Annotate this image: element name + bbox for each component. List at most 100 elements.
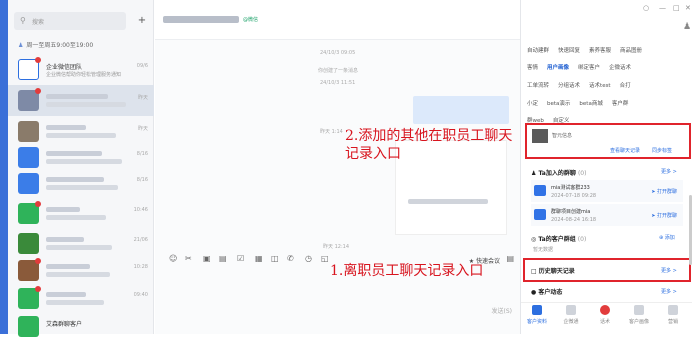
highlight-box (523, 258, 691, 282)
wechat-tag: @微信 (243, 17, 259, 23)
empty-state: 暂无数据 (533, 247, 554, 253)
tab[interactable]: 分组话术 (558, 83, 580, 89)
user-add-icon[interactable]: ♟ (683, 22, 691, 32)
conversation-name (46, 176, 104, 183)
conversation-item[interactable]: 昨天 (8, 85, 154, 116)
conversation-time: 昨天 (137, 126, 148, 132)
phone-icon[interactable]: ✆ (287, 254, 294, 263)
conversation-preview (46, 133, 116, 139)
groups-section-title: ♟ Ta加入的群聊 (0) (531, 170, 587, 177)
customer-dynamics-title: ● 客户动态 (531, 289, 563, 296)
conversation-name (46, 236, 84, 243)
group-item[interactable]: 群聊项目创建mia 2024-08-24 16:18 ➤ 打开群聊 (531, 204, 683, 226)
nav-customer-portrait[interactable]: 客户画像 (625, 305, 653, 325)
annotation-other-employee: 2.添加的其他在职员工聊天记录入口 (345, 128, 513, 162)
maximize-icon[interactable]: □ (673, 4, 680, 12)
wecom-icon (566, 305, 576, 315)
dynamics-more-link[interactable]: 更多 > (661, 288, 677, 295)
chat-title: @微信 (163, 15, 258, 23)
tab[interactable]: 快速回复 (558, 48, 580, 54)
conversation-item[interactable]: 艾森群聊客户 (8, 311, 154, 342)
timestamp: 24/10/3 11:51 (320, 80, 356, 86)
emoji-icon[interactable]: ☺ (169, 254, 177, 263)
groups-more-link[interactable]: 更多 > (661, 168, 677, 175)
conversation-item[interactable]: 10:46 (8, 198, 154, 229)
portrait-icon (634, 305, 644, 315)
conversation-name (46, 93, 108, 100)
folder-icon[interactable]: ◫ (271, 254, 279, 263)
timestamp: 昨天 1:14 (320, 129, 343, 135)
avatar (18, 173, 39, 194)
unread-badge (35, 88, 41, 94)
image-icon[interactable]: ▣ (203, 254, 211, 263)
group-chat-icon (534, 209, 546, 220)
clock-icon[interactable]: ◷ (305, 254, 312, 263)
add-button[interactable]: + (134, 12, 150, 30)
system-message: 你创建了一条消息 (318, 68, 359, 74)
minimize-icon[interactable]: — (659, 4, 666, 12)
search-placeholder: 搜索 (32, 19, 45, 26)
conversation-list: ⚲ 搜索 + ♟ 周一至周五9:00至19:00 企业微信团队 企业微信帮助你轻松… (8, 0, 154, 337)
group-date: 2024-08-24 16:18 (551, 217, 597, 223)
tab[interactable]: 素养客服 (589, 48, 611, 54)
conversation-item[interactable]: 8/16 (8, 168, 154, 199)
tabs-row: 小定 beta演示 beta商城 客户群 (527, 99, 637, 107)
nav-marketing[interactable]: 营销 (659, 305, 687, 325)
more-icon[interactable]: ◱ (321, 254, 329, 263)
annotation-resigned-employee: 1.离职员工聊天记录入口 (330, 263, 484, 279)
conversation-item[interactable]: 企业微信团队 企业微信帮助你轻松管理服务通知 09/6 (8, 54, 154, 85)
customer-panel: ○ — □ ✕ ♟ 自动建群 快速回复 素养客服 商品图册 客情 用户画像 绑定客户 企微话… (520, 0, 692, 334)
search-input[interactable]: ⚲ 搜索 (14, 12, 126, 30)
tabs-row: 客情 用户画像 绑定客户 企微话术 (527, 63, 640, 71)
tab[interactable]: 绑定客户 (578, 65, 600, 71)
conversation-name: 企业微信团队 (46, 64, 83, 71)
conversation-item[interactable]: 09:40 (8, 283, 154, 314)
open-group-link[interactable]: ➤ 打开群聊 (651, 212, 677, 219)
message-bubble[interactable] (413, 96, 509, 124)
conversation-preview (46, 215, 106, 221)
calendar-icon[interactable]: ▦ (255, 254, 263, 263)
document-icon[interactable]: ▤ (219, 254, 227, 263)
send-button[interactable]: 发送(S) (492, 306, 513, 315)
conversation-preview (46, 245, 112, 251)
add-customer-group-link[interactable]: ⊕ 添加 (659, 234, 675, 241)
tab[interactable]: 企微话术 (609, 65, 631, 71)
conversation-time: 10:28 (133, 264, 148, 270)
group-item[interactable]: mia测试客群233 2024-07-18 09:28 ➤ 打开群聊 (531, 180, 683, 202)
conversation-time: 09:40 (133, 292, 148, 298)
conversation-preview (46, 159, 122, 165)
conversation-name (46, 124, 86, 131)
group-name: 群聊项目创建mia (551, 209, 591, 215)
scissors-icon[interactable]: ✂ (185, 254, 192, 263)
conversation-name (46, 206, 80, 213)
checklist-icon[interactable]: ☑ (237, 254, 244, 263)
tab[interactable]: 客情 (527, 65, 538, 71)
tab[interactable]: 客户群 (612, 101, 629, 107)
tab[interactable]: 商品图册 (620, 48, 642, 54)
chat-area: @微信 24/10/3 09:05 你创建了一条消息 24/10/3 11:51… (155, 0, 520, 334)
group-date: 2024-07-18 09:28 (551, 193, 597, 199)
tabs-row: 工单流转 分组话术 话术test 合打 (527, 81, 640, 89)
tab-user-profile[interactable]: 用户画像 (547, 65, 569, 71)
tab[interactable]: beta商城 (579, 101, 602, 107)
nav-wecom[interactable]: 企微通 (557, 305, 585, 325)
tab[interactable]: beta演示 (547, 101, 570, 107)
work-hours: ♟ 周一至周五9:00至19:00 (18, 42, 94, 49)
tab[interactable]: 话术test (589, 83, 611, 89)
tab[interactable]: 工单流转 (527, 83, 549, 89)
conversation-preview (46, 185, 118, 191)
conversation-preview: 企业微信帮助你轻松管理服务通知 (46, 72, 122, 78)
tab[interactable]: 合打 (620, 83, 631, 89)
pin-icon[interactable]: ○ (643, 4, 649, 12)
nav-customer-profile[interactable]: 客户资料 (523, 305, 551, 325)
conversation-item[interactable]: 10:28 (8, 255, 154, 286)
close-icon[interactable]: ✕ (685, 4, 691, 12)
tab[interactable]: 小定 (527, 101, 538, 107)
conversation-time: 09/6 (136, 63, 148, 69)
avatar (18, 233, 39, 254)
nav-scripts[interactable]: 话术 (591, 305, 619, 325)
tab[interactable]: 自动建群 (527, 48, 549, 54)
timestamp: 24/10/3 09:05 (320, 50, 356, 56)
group-chat-icon (534, 185, 546, 196)
open-group-link[interactable]: ➤ 打开群聊 (651, 188, 677, 195)
